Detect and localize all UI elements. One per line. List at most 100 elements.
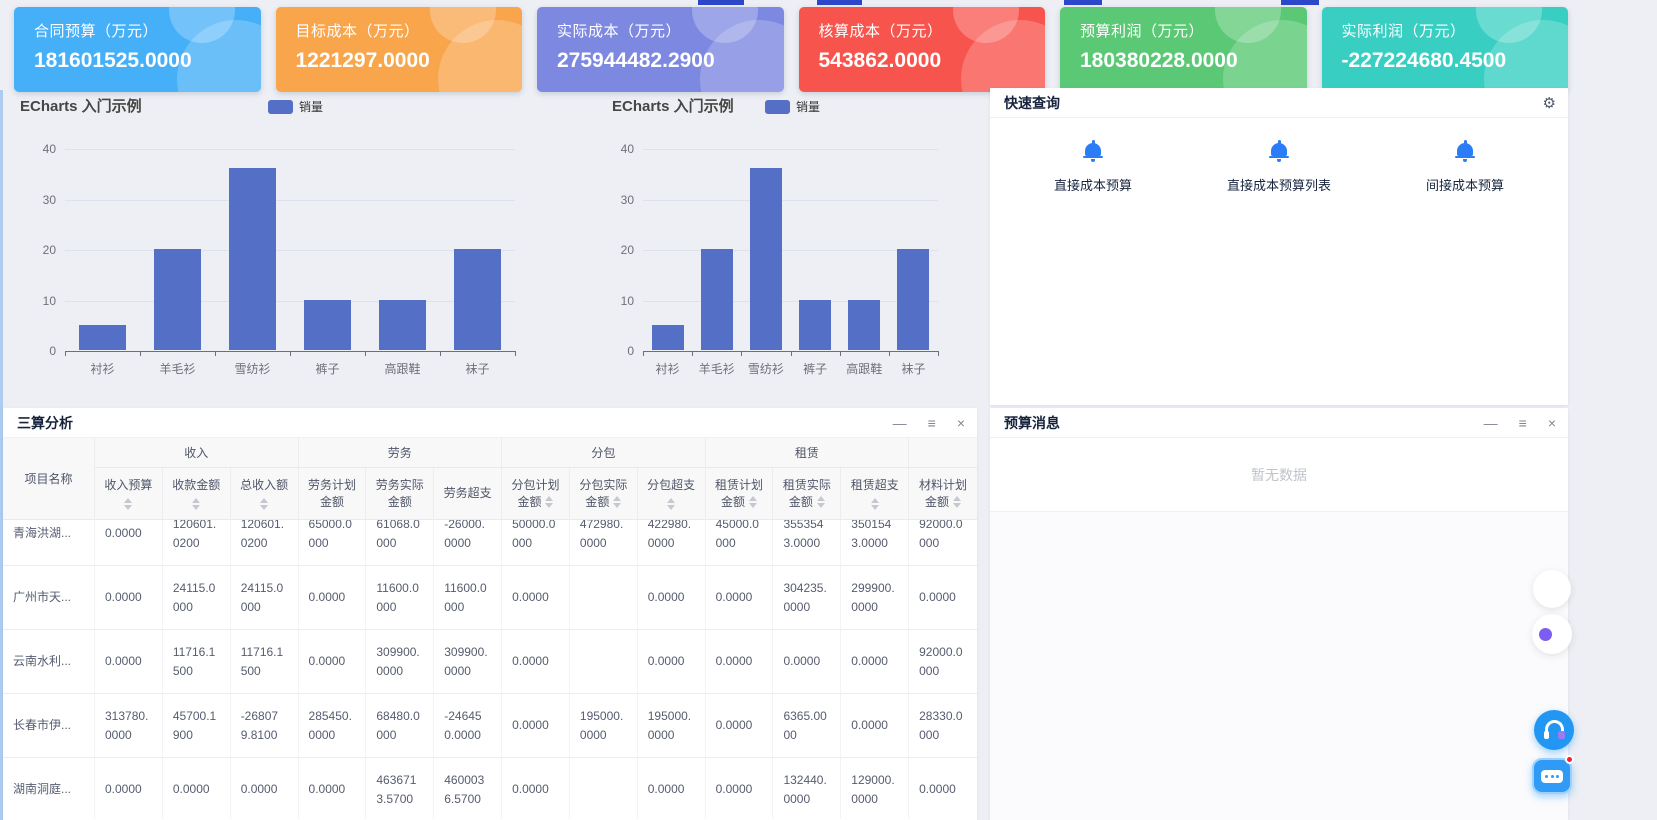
axis-label: 袜子 xyxy=(440,351,515,377)
grid-line xyxy=(643,149,938,150)
sort-caret-icon[interactable] xyxy=(871,498,879,510)
quick-query-item[interactable]: 间接成本预算 xyxy=(1372,140,1558,194)
grid-line xyxy=(65,250,515,251)
axis-tick xyxy=(215,351,216,356)
table-cell: 132440.0000 xyxy=(773,758,841,819)
float-button-avatar[interactable] xyxy=(1532,614,1572,654)
table-cell: 0.0000 xyxy=(95,566,163,630)
bar xyxy=(379,300,426,351)
axis-tick xyxy=(889,351,890,356)
analysis-table-scroll[interactable]: 项目名称收入劳务分包租赁收入预算收款金额总收入额劳务计划金额劳务实际金额劳务超支… xyxy=(3,438,977,819)
bar xyxy=(848,300,880,351)
sort-caret-icon[interactable] xyxy=(749,496,757,508)
menu-icon[interactable]: ≡ xyxy=(928,416,936,430)
axis-tick xyxy=(440,351,441,356)
axis-tick-label: 40 xyxy=(43,142,56,156)
sort-caret-icon[interactable] xyxy=(545,496,553,508)
table-cell: 0.0000 xyxy=(773,630,841,694)
analysis-table: 项目名称收入劳务分包租赁收入预算收款金额总收入额劳务计划金额劳务实际金额劳务超支… xyxy=(3,438,977,819)
axis-tick-label: 30 xyxy=(621,193,634,207)
axis-label: 衬衫 xyxy=(65,351,140,377)
axis-tick xyxy=(741,351,742,356)
close-icon[interactable]: × xyxy=(957,416,965,430)
table-cell: 0.0000 xyxy=(502,694,570,758)
table-cell: 0.0000 xyxy=(95,630,163,694)
sort-caret-icon[interactable] xyxy=(817,496,825,508)
notification-badge xyxy=(1565,755,1574,764)
project-name-cell: 广州市天... xyxy=(3,566,95,630)
bar xyxy=(304,300,351,351)
table-cell: 129000.0000 xyxy=(841,758,909,819)
grid-line xyxy=(643,200,938,201)
customer-service-button[interactable] xyxy=(1534,710,1574,750)
messages-panel: 预算消息 — ≡ × 暂无数据 xyxy=(990,408,1568,820)
kpi-label: 目标成本（万元） xyxy=(296,20,523,41)
table-cell: 0.0000 xyxy=(909,566,977,630)
table-cell: 0.0000 xyxy=(909,758,977,819)
column-header[interactable]: 材料计划金额 xyxy=(909,468,977,520)
analysis-title: 三算分析 xyxy=(17,413,893,433)
chat-bubble-icon xyxy=(1541,770,1563,783)
sort-caret-icon[interactable] xyxy=(124,498,132,510)
bar xyxy=(799,300,831,351)
table-cell: 313780.0000 xyxy=(95,694,163,758)
screenshot-artifact xyxy=(817,0,862,5)
column-header[interactable]: 分包超支 xyxy=(638,468,706,520)
chat-button[interactable] xyxy=(1532,758,1572,794)
column-header[interactable]: 收款金额 xyxy=(163,468,231,520)
kpi-label: 实际利润（万元） xyxy=(1342,20,1569,41)
axis-label: 袜子 xyxy=(889,351,938,377)
column-header[interactable]: 总收入额 xyxy=(231,468,299,520)
column-header[interactable]: 劳务超支 xyxy=(434,468,502,520)
table-cell: 309900.0000 xyxy=(434,630,502,694)
column-header[interactable]: 劳务计划金额 xyxy=(299,468,367,520)
analysis-panel: 三算分析 — ≡ × 项目名称收入劳务分包租赁收入预算收款金额总收入额劳务计划金… xyxy=(3,408,977,820)
sort-caret-icon[interactable] xyxy=(667,498,675,510)
chart-legend[interactable]: 销量 xyxy=(765,98,820,115)
axis-label: 雪纺衫 xyxy=(741,351,790,377)
gear-icon[interactable]: ⚙ xyxy=(1543,94,1556,112)
column-header[interactable]: 劳务实际金额 xyxy=(366,468,434,520)
column-header-project-name[interactable]: 项目名称 xyxy=(3,438,95,520)
sort-caret-icon[interactable] xyxy=(192,498,200,510)
column-header[interactable]: 租赁计划金额 xyxy=(706,468,774,520)
chart-legend[interactable]: 销量 xyxy=(268,98,323,115)
headset-icon xyxy=(1545,720,1564,735)
table-cell: 24115.0000 xyxy=(231,566,299,630)
column-header[interactable]: 分包计划金额 xyxy=(502,468,570,520)
column-group-header: 收入 xyxy=(95,438,299,468)
kpi-value: 1221297.0000 xyxy=(296,49,523,73)
menu-icon[interactable]: ≡ xyxy=(1519,416,1527,430)
float-button-top[interactable] xyxy=(1533,570,1571,608)
axis-tick xyxy=(365,351,366,356)
quick-query-item[interactable]: 直接成本预算列表 xyxy=(1186,140,1372,194)
column-header[interactable]: 收入预算 xyxy=(95,468,163,520)
axis-tick-label: 0 xyxy=(49,344,56,358)
sort-caret-icon[interactable] xyxy=(613,496,621,508)
bell-icon xyxy=(1454,140,1476,162)
minimize-icon[interactable]: — xyxy=(1484,416,1498,430)
minimize-icon[interactable]: — xyxy=(893,416,907,430)
sort-caret-icon[interactable] xyxy=(953,496,961,508)
kpi-card: 实际利润（万元）-227224680.4500 xyxy=(1322,7,1569,92)
table-cell: 0.0000 xyxy=(502,630,570,694)
grid-line xyxy=(65,200,515,201)
screenshot-artifact xyxy=(698,0,744,5)
legend-label: 销量 xyxy=(796,98,820,115)
quick-item-label: 直接成本预算列表 xyxy=(1227,175,1331,194)
table-row: 广州市天...0.000024115.000024115.00000.00001… xyxy=(3,566,977,630)
column-header[interactable]: 分包实际金额 xyxy=(570,468,638,520)
column-header[interactable]: 租赁实际金额 xyxy=(773,468,841,520)
sort-caret-icon[interactable] xyxy=(260,498,268,510)
bar xyxy=(897,249,929,350)
column-header[interactable]: 租赁超支 xyxy=(841,468,909,520)
bar xyxy=(652,325,684,350)
table-cell: 0.0000 xyxy=(502,566,570,630)
table-cell: 304235.0000 xyxy=(773,566,841,630)
table-cell: 0.0000 xyxy=(299,630,367,694)
column-group-header: 分包 xyxy=(502,438,706,468)
table-cell: 0.0000 xyxy=(299,758,367,819)
quick-query-item[interactable]: 直接成本预算 xyxy=(1000,140,1186,194)
close-icon[interactable]: × xyxy=(1548,416,1556,430)
quick-query-items: 直接成本预算直接成本预算列表 间接成本预算 xyxy=(990,118,1568,194)
